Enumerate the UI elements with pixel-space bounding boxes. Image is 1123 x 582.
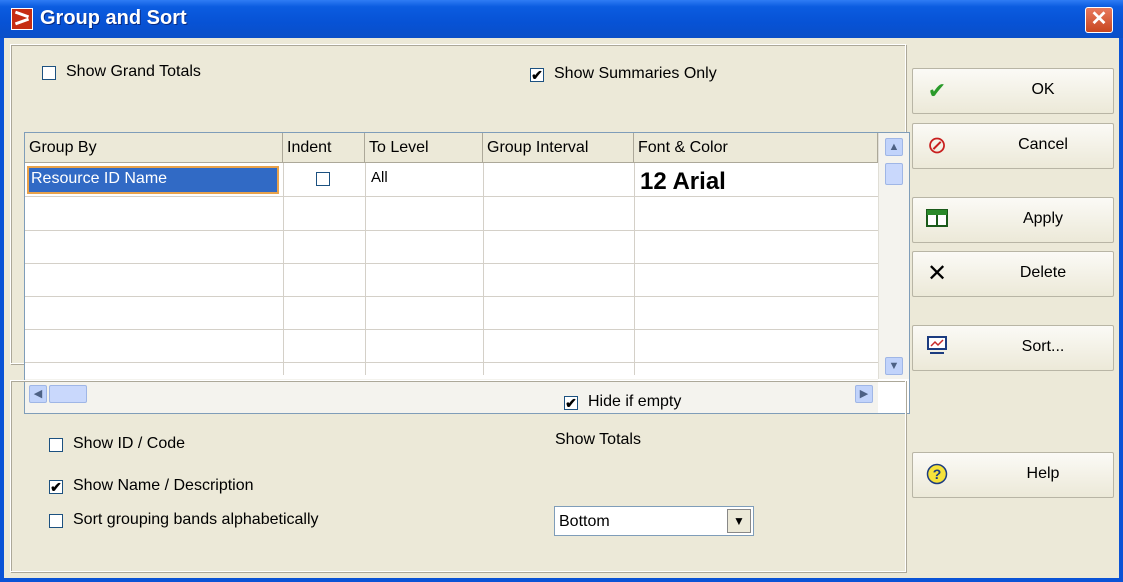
ok-button[interactable]: ✔ OK: [912, 68, 1114, 114]
sort-button[interactable]: Sort...: [912, 325, 1114, 371]
show-summaries-only-label: Show Summaries Only: [554, 65, 717, 82]
svg-text:?: ?: [933, 466, 942, 482]
group-by-table[interactable]: Group By Indent To Level Group Interval …: [24, 132, 910, 414]
sort-alphabetically-label: Sort grouping bands alphabetically: [73, 511, 319, 528]
sort-icon: [925, 336, 949, 360]
help-button[interactable]: ? Help: [912, 452, 1114, 498]
scroll-up-icon[interactable]: ▲: [885, 138, 903, 156]
scroll-down-icon[interactable]: ▼: [885, 357, 903, 375]
checkmark-icon: ✔: [927, 78, 947, 103]
chevron-down-icon[interactable]: ▼: [727, 509, 751, 533]
show-totals-label: Show Totals: [555, 431, 641, 448]
column-header-group-interval[interactable]: Group Interval: [483, 133, 634, 163]
show-totals-value: Bottom: [559, 513, 610, 530]
show-name-description-label: Show Name / Description: [73, 477, 254, 494]
column-header-group-by[interactable]: Group By: [25, 133, 283, 163]
apply-icon: [925, 208, 949, 232]
cell-group-by[interactable]: Resource ID Name: [27, 166, 279, 194]
cancel-button[interactable]: ⊘ Cancel: [912, 123, 1114, 169]
dialog-window: Group and Sort ✕ Show Grand Totals ✔ Sho…: [0, 0, 1123, 582]
cell-indent-checkbox[interactable]: [316, 172, 330, 186]
dialog-client-area: Show Grand Totals ✔ Show Summaries Only …: [4, 38, 1119, 578]
delete-button[interactable]: ✕ Delete: [912, 251, 1114, 297]
show-id-code-checkbox[interactable]: [49, 438, 63, 452]
show-grand-totals-checkbox[interactable]: [42, 66, 56, 80]
show-id-code-label: Show ID / Code: [73, 435, 186, 452]
x-icon: ✕: [926, 260, 948, 287]
show-totals-select[interactable]: Bottom ▼: [554, 506, 754, 536]
display-options-panel: ✔ Hide if empty Show ID / Code Show Tota…: [10, 380, 906, 572]
show-summaries-only-checkbox[interactable]: ✔: [530, 68, 544, 82]
scroll-thumb[interactable]: [885, 163, 903, 185]
column-header-to-level[interactable]: To Level: [365, 133, 483, 163]
cell-font-color[interactable]: 12 Arial: [640, 168, 726, 196]
window-title: Group and Sort: [40, 7, 187, 29]
apply-button[interactable]: Apply: [912, 197, 1114, 243]
vertical-scrollbar[interactable]: ▲ ▼: [878, 133, 909, 379]
hide-if-empty-label: Hide if empty: [588, 393, 682, 410]
title-bar[interactable]: Group and Sort ✕: [0, 0, 1123, 38]
show-grand-totals-label: Show Grand Totals: [66, 63, 201, 80]
column-header-indent[interactable]: Indent: [283, 133, 365, 163]
help-icon: ?: [925, 463, 949, 487]
hide-if-empty-checkbox[interactable]: ✔: [564, 396, 578, 410]
show-name-description-checkbox[interactable]: ✔: [49, 480, 63, 494]
app-icon: [11, 8, 33, 30]
close-button[interactable]: ✕: [1085, 7, 1113, 33]
sort-alphabetically-checkbox[interactable]: [49, 514, 63, 528]
cancel-icon: ⊘: [926, 132, 948, 159]
column-header-font-color[interactable]: Font & Color: [634, 133, 878, 163]
cell-to-level[interactable]: All: [371, 169, 388, 186]
